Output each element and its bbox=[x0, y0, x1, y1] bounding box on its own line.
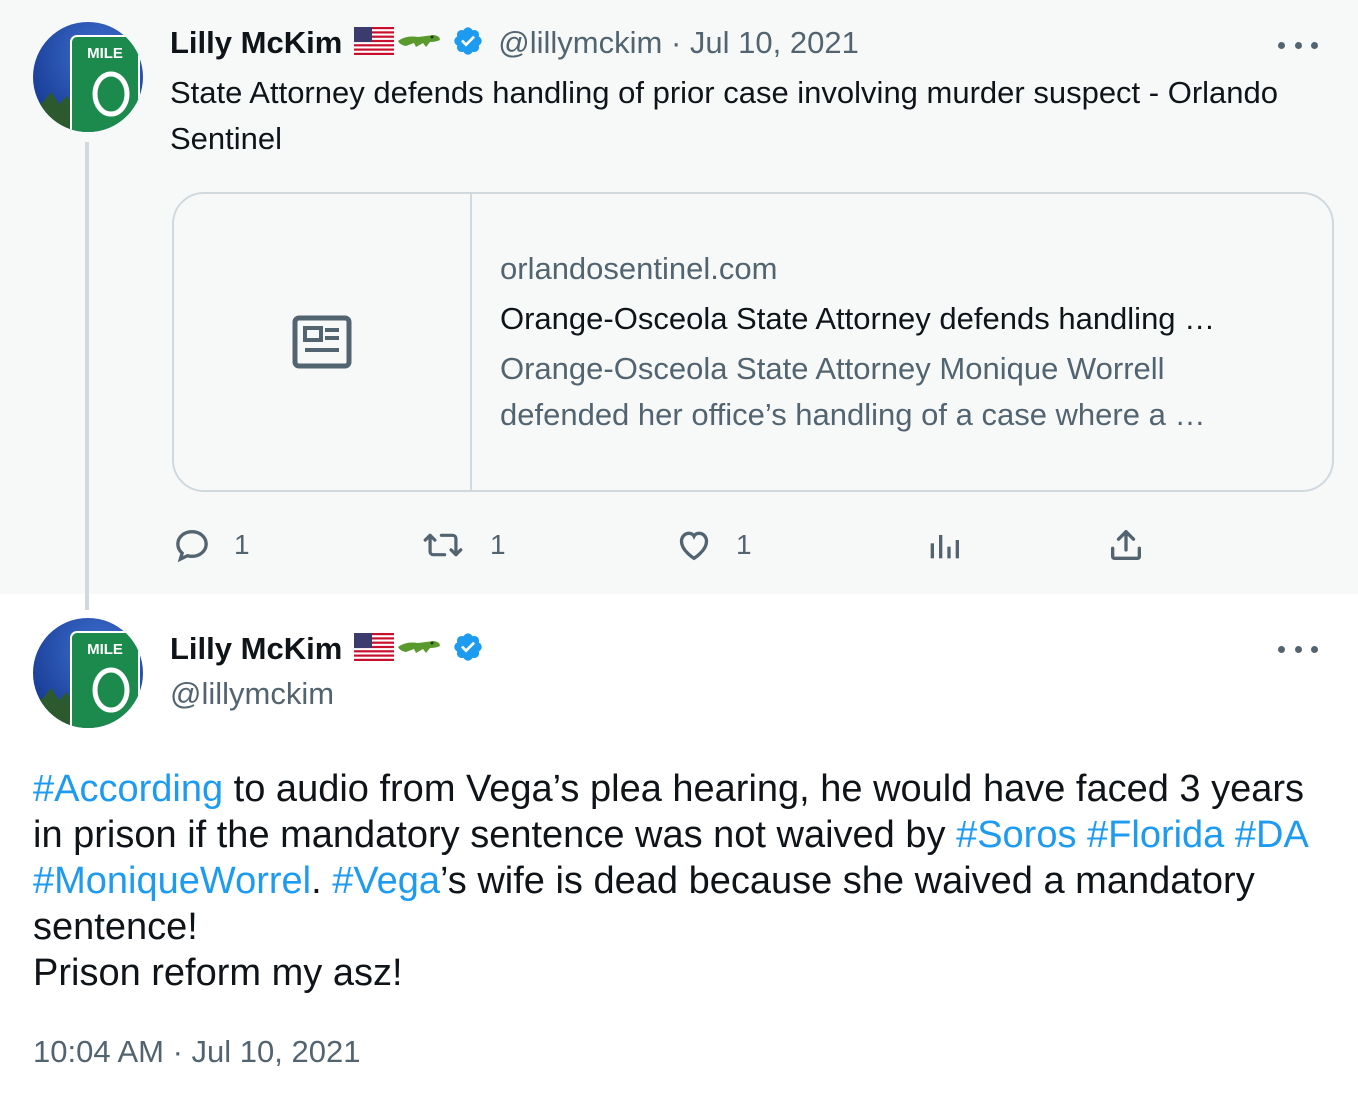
link-preview-card[interactable]: orlandosentinel.com Orange-Osceola State… bbox=[172, 192, 1334, 492]
dot-icon bbox=[1294, 41, 1302, 49]
handle-and-date[interactable]: @lillymckim · Jul 10, 2021 bbox=[498, 25, 859, 61]
dot-icon bbox=[1294, 645, 1302, 653]
tweet-text-segment: . bbox=[311, 860, 333, 902]
dot-icon bbox=[1311, 645, 1318, 653]
us-flag-icon bbox=[354, 632, 395, 666]
tweet-text: State Attorney defends handling of prior… bbox=[170, 75, 1279, 156]
verified-badge-icon bbox=[452, 631, 484, 668]
parent-tweet[interactable]: MILE 0 Lilly McKim bbox=[0, 0, 1358, 610]
card-title: Orange-Osceola State Attorney defends ha… bbox=[500, 301, 1216, 336]
newspaper-icon bbox=[292, 315, 352, 369]
retweet-button[interactable]: 1 bbox=[422, 520, 506, 570]
crocodile-icon bbox=[396, 27, 442, 60]
heart-icon bbox=[679, 531, 709, 561]
avatar[interactable]: MILE bbox=[33, 618, 143, 728]
views-button[interactable] bbox=[924, 520, 964, 570]
retweet-count: 1 bbox=[490, 529, 506, 560]
display-name[interactable]: Lilly McKim bbox=[170, 631, 342, 667]
more-options-button[interactable] bbox=[1278, 30, 1318, 60]
tweet-date[interactable]: Jul 10, 2021 bbox=[690, 25, 859, 60]
like-button[interactable]: 1 bbox=[674, 520, 752, 570]
dot-icon bbox=[1311, 41, 1318, 49]
tweet-header: Lilly McKim bbox=[170, 627, 484, 671]
retweet-icon bbox=[423, 533, 463, 557]
hashtag-link[interactable]: #Soros bbox=[956, 814, 1076, 856]
card-content: orlandosentinel.com Orange-Osceola State… bbox=[500, 246, 1302, 438]
verified-badge-icon bbox=[452, 25, 484, 62]
like-count: 1 bbox=[736, 529, 752, 560]
handle: @lillymckim bbox=[498, 25, 663, 60]
reply-count: 1 bbox=[234, 529, 250, 560]
reply-icon bbox=[176, 529, 208, 563]
hashtag-link[interactable]: #MoniqueWorrel bbox=[33, 860, 311, 902]
card-domain: orlandosentinel.com bbox=[500, 251, 778, 286]
handle[interactable]: @lillymckim bbox=[170, 672, 334, 716]
avatar[interactable]: MILE 0 bbox=[33, 22, 143, 132]
avatar-image: MILE bbox=[33, 618, 143, 728]
tweet-header: Lilly McKim @lillymckim · Jul 10, 2021 bbox=[170, 21, 859, 65]
tweet-timestamp[interactable]: 10:04 AM · Jul 10, 2021 bbox=[33, 1034, 360, 1070]
tweet-text-segment: Prison reform my asz! bbox=[33, 952, 403, 994]
tweet-text-segment bbox=[1224, 814, 1235, 856]
reply-button[interactable]: 1 bbox=[172, 520, 250, 570]
display-name[interactable]: Lilly McKim bbox=[170, 25, 342, 61]
card-thumbnail bbox=[174, 194, 472, 490]
us-flag-icon bbox=[354, 26, 395, 60]
hashtag-link[interactable]: #Vega bbox=[332, 860, 440, 902]
more-options-button[interactable] bbox=[1278, 634, 1318, 664]
hashtag-link[interactable]: #Florida bbox=[1087, 814, 1224, 856]
share-icon bbox=[1111, 530, 1141, 560]
hashtag-link[interactable]: #DA bbox=[1235, 814, 1307, 856]
analytics-icon bbox=[930, 535, 959, 559]
tweet-text: #According to audio from Vega’s plea hea… bbox=[33, 766, 1323, 996]
dot-icon bbox=[1278, 645, 1285, 653]
hashtag-link[interactable]: #According bbox=[33, 768, 223, 810]
dot-icon bbox=[1278, 41, 1285, 49]
card-description: Orange-Osceola State Attorney Monique Wo… bbox=[500, 351, 1206, 432]
avatar-image: MILE 0 bbox=[33, 22, 143, 132]
separator: · bbox=[670, 25, 682, 60]
share-button[interactable] bbox=[1106, 520, 1146, 570]
crocodile-icon bbox=[396, 633, 442, 666]
tweet-text-segment bbox=[1076, 814, 1087, 856]
svg-text:MILE: MILE bbox=[87, 45, 123, 62]
thread-connector-line bbox=[85, 142, 89, 610]
action-bar: 1 1 1 bbox=[172, 520, 1172, 570]
svg-text:MILE: MILE bbox=[87, 641, 123, 658]
